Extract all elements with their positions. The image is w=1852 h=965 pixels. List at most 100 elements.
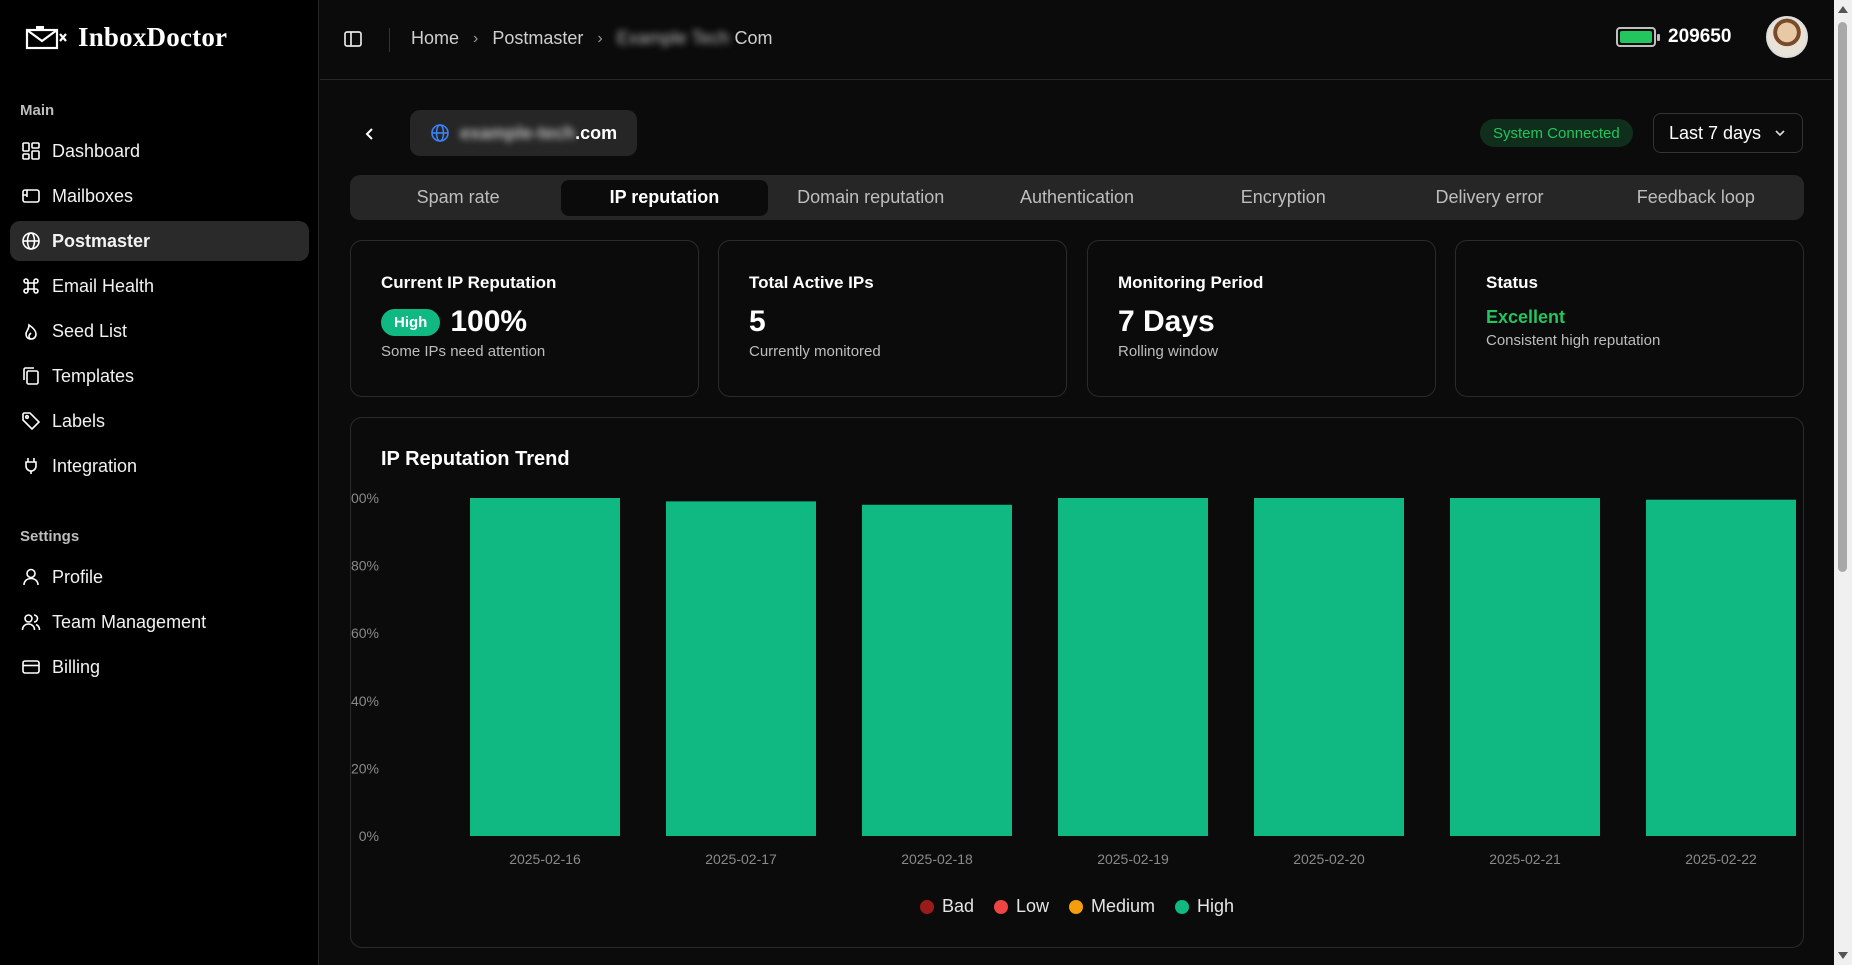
tab-domain-reputation[interactable]: Domain reputation [768,180,974,216]
sidebar-item-postmaster[interactable]: Postmaster [10,221,309,261]
legend-dot [919,899,934,914]
legend-item-medium[interactable]: Medium [1069,896,1155,917]
card-ip-reputation: Current IP Reputation High 100% Some IPs… [350,240,699,397]
page-scrollbar[interactable] [1834,0,1852,965]
logo-envelope-icon [25,25,67,49]
brand-logo[interactable]: InboxDoctor [24,22,227,53]
breadcrumb-postmaster[interactable]: Postmaster [492,28,583,49]
x-tick-label: 2025-02-17 [705,851,777,867]
y-tick-label: 0% [359,828,379,844]
breadcrumb-current-blurred: Example Tech [616,28,730,48]
tab-encryption[interactable]: Encryption [1180,180,1386,216]
chart-bar[interactable] [1450,498,1600,836]
period-select[interactable]: Last 7 days [1653,113,1803,153]
sidebar-item-dashboard[interactable]: Dashboard [10,131,309,171]
credits-indicator: 209650 [1616,26,1731,48]
legend-label: Medium [1091,896,1156,916]
x-tick-label: 2025-02-21 [1489,851,1561,867]
x-tick-label: 2025-02-20 [1293,851,1365,867]
domain-name-blurred: example-tech [460,122,576,143]
ip-reputation-chart: 0% 20% 40% 60% 80% 100% 2025-02-16 2025-02-17 20… [351,490,1796,867]
sidebar-item-integration[interactable]: Integration [10,446,309,486]
sidebar-item-templates[interactable]: Templates [10,356,309,396]
sidebar-item-labels[interactable]: Labels [10,401,309,441]
sidebar: InboxDoctor Main Dashboard Mailboxes Pos… [0,0,319,965]
card-title: Monitoring Period [1118,273,1264,292]
reputation-badge: High [381,308,441,336]
mailbox-icon [22,189,40,203]
domain-name: example-tech.com [460,123,617,144]
legend-item-high[interactable]: High [1175,896,1234,917]
x-tick-label: 2025-02-18 [901,851,973,867]
tab-ip-reputation[interactable]: IP reputation [561,179,768,216]
command-icon [23,278,39,294]
chevron-right-icon: › [473,29,479,47]
card-title: Current IP Reputation [381,273,557,292]
back-button[interactable] [354,118,386,150]
legend-dot [1069,899,1083,914]
chart-legend: Bad Low Medium High [351,896,1803,917]
battery-fill [1620,31,1652,43]
tab-spam-rate[interactable]: Spam rate [355,180,561,216]
sidebar-item-billing[interactable]: Billing [10,647,309,687]
chart-bar[interactable] [862,504,1012,836]
chart-bar[interactable] [666,501,816,836]
copy-icon [23,367,39,385]
chevron-right-icon: › [597,29,603,47]
users-icon [21,614,41,631]
card-status: Status Excellent Consistent high reputat… [1455,240,1804,397]
legend-item-low[interactable]: Low [993,896,1049,917]
sidebar-item-label: Team Management [52,611,207,632]
chevron-left-icon [365,128,373,140]
avatar[interactable] [1766,16,1808,58]
credits-value: 209650 [1668,26,1732,47]
topbar: Home › Postmaster › Example Tech Com 209… [320,0,1832,80]
plug-icon [25,458,37,474]
legend-label: High [1197,896,1235,916]
legend-item-bad[interactable]: Bad [919,896,974,917]
chart-bar[interactable] [1058,498,1208,836]
metric-tabs: Spam rate IP reputation Domain reputatio… [350,175,1804,220]
tab-delivery-error[interactable]: Delivery error [1386,180,1592,216]
x-tick-label: 2025-02-19 [1097,851,1169,867]
sidebar-item-email-health[interactable]: Email Health [10,266,309,306]
chart-bar[interactable] [1646,499,1796,836]
sidebar-toggle-icon[interactable] [342,28,364,50]
topbar-divider [389,28,390,52]
scroll-up-icon[interactable] [1838,6,1848,13]
tab-authentication[interactable]: Authentication [974,180,1180,216]
dashboard-icon [22,142,40,160]
tab-feedback-loop[interactable]: Feedback loop [1593,180,1799,216]
sidebar-item-label: Dashboard [52,140,141,161]
y-tick-label: 40% [351,693,379,709]
globe-icon [22,232,40,250]
status-value: Excellent [1486,307,1566,327]
scroll-down-icon[interactable] [1838,952,1848,959]
sidebar-item-mailboxes[interactable]: Mailboxes [10,176,309,216]
tag-icon [22,412,41,431]
card-value: 7 Days [1118,305,1215,338]
x-tick-label: 2025-02-22 [1685,851,1757,867]
chart-bar[interactable] [1254,498,1404,836]
domain-pill: example-tech.com [410,110,638,156]
y-tick-label: 20% [351,760,379,776]
breadcrumb-home[interactable]: Home [411,28,459,49]
sidebar-item-seed-list[interactable]: Seed List [10,311,309,351]
breadcrumb-current-suffix: Com [734,28,773,48]
sidebar-item-label: Mailboxes [52,185,134,206]
y-tick-label: 100% [351,490,379,506]
scroll-thumb[interactable] [1838,22,1847,572]
card-value: 5 [749,305,766,338]
card-value: 100% [450,305,528,338]
card-subtitle: Some IPs need attention [381,343,546,360]
sidebar-item-team-management[interactable]: Team Management [10,602,309,642]
card-subtitle: Currently monitored [749,343,881,360]
section-label-main: Main [20,102,55,119]
domain-name-suffix: .com [575,122,618,143]
user-icon [23,568,39,586]
chart-bar[interactable] [470,498,620,836]
sidebar-item-profile[interactable]: Profile [10,557,309,597]
card-monitoring-period: Monitoring Period 7 Days Rolling window [1087,240,1436,397]
sidebar-item-label: Billing [52,656,101,677]
status-badge: System Connected [1480,119,1633,147]
